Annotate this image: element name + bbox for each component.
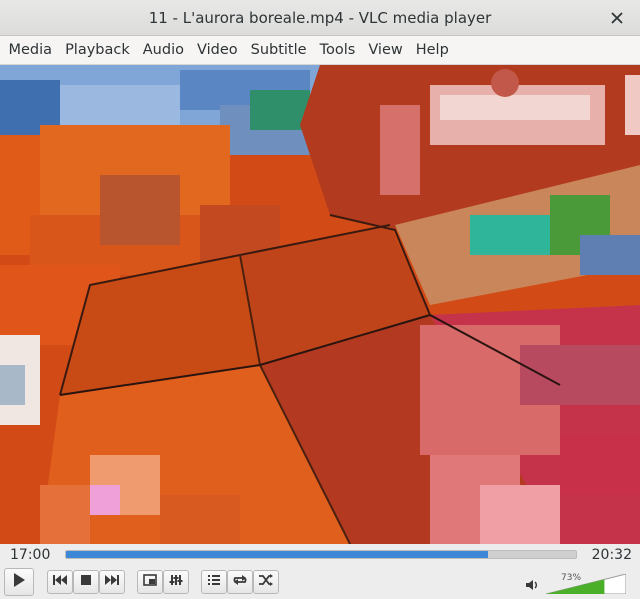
seek-row: 17:00 20:32 bbox=[0, 544, 640, 566]
shuffle-button[interactable] bbox=[253, 570, 279, 594]
speaker-icon[interactable] bbox=[525, 579, 539, 595]
previous-button[interactable] bbox=[47, 570, 73, 594]
stop-icon bbox=[80, 574, 92, 590]
menu-subtitle[interactable]: Subtitle bbox=[244, 42, 313, 58]
total-time: 20:32 bbox=[591, 547, 632, 563]
menu-video[interactable]: Video bbox=[190, 42, 244, 58]
extended-settings-button[interactable] bbox=[163, 570, 189, 594]
equalizer-icon bbox=[169, 574, 183, 590]
stop-button[interactable] bbox=[73, 570, 99, 594]
menu-playback[interactable]: Playback bbox=[59, 42, 137, 58]
menu-help[interactable]: Help bbox=[409, 42, 455, 58]
volume-slider[interactable] bbox=[546, 574, 626, 594]
controls-bar: 73% bbox=[0, 566, 640, 599]
window-title: 11 - L'aurora boreale.mp4 - VLC media pl… bbox=[148, 8, 492, 27]
fullscreen-button[interactable] bbox=[137, 570, 163, 594]
playlist-icon bbox=[207, 574, 221, 590]
playlist-button[interactable] bbox=[201, 570, 227, 594]
next-button[interactable] bbox=[99, 570, 125, 594]
volume-fill bbox=[546, 579, 605, 594]
window-titlebar: 11 - L'aurora boreale.mp4 - VLC media pl… bbox=[0, 0, 640, 36]
menu-audio[interactable]: Audio bbox=[136, 42, 190, 58]
seek-progress bbox=[66, 551, 489, 558]
shuffle-icon bbox=[258, 574, 274, 590]
menu-view[interactable]: View bbox=[362, 42, 409, 58]
play-button[interactable] bbox=[4, 568, 34, 596]
skip-previous-icon bbox=[52, 574, 68, 590]
fullscreen-icon bbox=[143, 574, 157, 590]
skip-next-icon bbox=[104, 574, 120, 590]
loop-button[interactable] bbox=[227, 570, 253, 594]
video-area[interactable] bbox=[0, 65, 640, 544]
menu-media[interactable]: Media bbox=[2, 42, 59, 58]
menu-tools[interactable]: Tools bbox=[313, 42, 362, 58]
elapsed-time: 17:00 bbox=[10, 547, 51, 563]
play-icon bbox=[12, 572, 26, 592]
loop-icon bbox=[232, 574, 248, 590]
seek-slider[interactable] bbox=[65, 550, 577, 559]
video-frame bbox=[0, 65, 640, 544]
menu-bar: Media Playback Audio Video Subtitle Tool… bbox=[0, 36, 640, 65]
close-icon[interactable] bbox=[608, 9, 626, 27]
